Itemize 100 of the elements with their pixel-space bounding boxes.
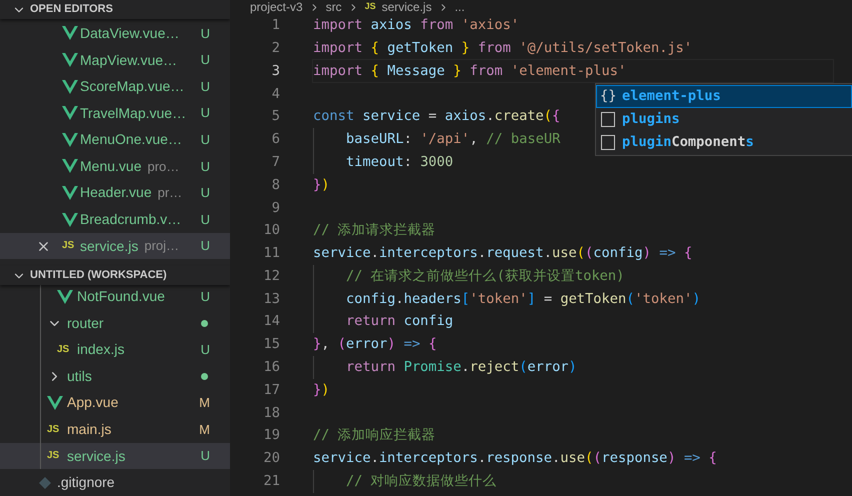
code-line: import { getToken } from '@/utils/setToken.js'	[313, 38, 692, 58]
breadcrumb-item[interactable]: project-v3	[250, 1, 303, 13]
file-name: MapView.vue…	[80, 50, 178, 70]
line-number: 8	[270, 176, 280, 195]
git-status: U	[200, 158, 210, 176]
file-name: .gitignore	[57, 473, 115, 492]
section-header[interactable]: OPEN EDITORS	[0, 0, 230, 20]
git-status: U	[200, 288, 210, 306]
file-row[interactable]: App.vue M	[0, 390, 230, 416]
open-editor-row[interactable]: DataView.vue… U	[0, 20, 230, 47]
suggestion-label: element-plus	[622, 87, 721, 106]
text-square-icon	[601, 135, 615, 150]
code-line: service.interceptors.response.use((response) => {	[313, 449, 717, 468]
line-number: 5	[270, 107, 280, 126]
open-editor-row[interactable]: Header.vue pr… U	[0, 180, 230, 206]
line-number: 2	[270, 38, 280, 58]
git-status: U	[200, 104, 210, 122]
js-file-icon: JS	[364, 0, 376, 14]
line-number: 19	[262, 426, 280, 446]
git-status: U	[200, 78, 210, 96]
vue-logo-icon	[62, 26, 78, 40]
braces-icon: {}	[600, 86, 616, 107]
vue-logo-icon	[62, 53, 78, 67]
vue-logo-icon	[62, 159, 78, 174]
code-line: })	[313, 176, 330, 195]
file-name: DataView.vue…	[80, 24, 180, 43]
line-number: 14	[262, 312, 280, 332]
folder-name: router	[67, 314, 104, 333]
line-number: 17	[262, 380, 280, 400]
git-status: U	[200, 184, 210, 202]
line-number: 6	[270, 130, 280, 150]
file-name: MenuOne.vue…	[80, 130, 182, 150]
line-number: 3	[270, 62, 280, 81]
file-name: service.js	[67, 446, 126, 466]
line-number: 1	[270, 16, 280, 36]
vue-logo-icon	[62, 212, 78, 227]
file-name: main.js	[67, 420, 112, 440]
open-editor-row[interactable]: MenuOne.vue… U	[0, 126, 230, 154]
file-row[interactable]: JS service.js U	[0, 442, 230, 470]
file-name: service.js	[80, 236, 138, 256]
suggestion-item[interactable]: pluginComponents	[596, 131, 852, 154]
line-number: 9	[270, 198, 280, 218]
line-number: 18	[262, 404, 280, 423]
code-line: timeout: 3000	[345, 152, 454, 172]
git-status: U	[200, 131, 210, 150]
line-number: 7	[270, 152, 280, 172]
line-number: 13	[262, 290, 280, 309]
vue-logo-icon	[47, 396, 63, 410]
line-number: 11	[262, 244, 280, 264]
line-number: 10	[262, 221, 280, 240]
git-status: M	[199, 394, 210, 412]
code-line: config.headers['token'] = getToken('token')	[345, 290, 700, 309]
line-number: 4	[270, 84, 280, 104]
git-status: U	[200, 237, 210, 256]
suggestion-item[interactable]: {} element-plus	[596, 85, 852, 108]
code-line: })	[313, 380, 330, 400]
text-square-icon	[601, 112, 615, 127]
code-line: baseURL: '/api', // baseUR	[345, 130, 560, 150]
section-title: OPEN EDITORS	[30, 2, 113, 18]
section-header[interactable]: UNTITLED (WORKSPACE)	[0, 266, 230, 286]
code-line: const service = axios.create({	[313, 107, 560, 126]
git-status: U	[200, 340, 210, 359]
folder-row[interactable]: utils	[0, 363, 230, 390]
git-status: U	[200, 51, 210, 70]
code-line: // 添加响应拦截器	[313, 426, 436, 446]
open-editor-row[interactable]: MapView.vue… U	[0, 46, 230, 74]
open-editor-row[interactable]: JS service.js proj… U	[0, 232, 230, 260]
line-number: 15	[262, 335, 280, 354]
folder-row[interactable]: router	[0, 310, 230, 336]
file-name: Menu.vue	[80, 156, 142, 176]
file-path: proj…	[144, 237, 180, 256]
code-line: // 添加请求拦截器	[313, 221, 436, 240]
js-file-icon: JS	[62, 241, 78, 252]
file-name: App.vue	[67, 393, 118, 412]
js-file-icon: JS	[47, 424, 63, 435]
open-editor-row[interactable]: ScoreMap.vue… U	[0, 73, 230, 100]
breadcrumb-item[interactable]: service.js	[382, 1, 432, 13]
vue-logo-icon	[62, 80, 78, 94]
git-status: U	[200, 24, 210, 43]
vue-logo-icon	[62, 186, 78, 200]
line-number: 20	[262, 449, 280, 468]
js-file-icon: JS	[47, 451, 63, 462]
open-editor-row[interactable]: TravelMap.vue… U	[0, 100, 230, 126]
open-editor-row[interactable]: Breadcrumb.v… U	[0, 206, 230, 233]
code-line: import axios from 'axios'	[313, 16, 520, 36]
file-name: index.js	[77, 340, 124, 360]
code-line: service.interceptors.request.use((config) => {	[313, 244, 692, 264]
file-row[interactable]: NotFound.vue U	[0, 283, 230, 310]
breadcrumb-item[interactable]: ...	[454, 1, 465, 13]
file-name: Breadcrumb.v…	[80, 210, 182, 230]
vue-logo-icon	[62, 106, 78, 120]
git-status: U	[200, 210, 210, 229]
open-editor-row[interactable]: Menu.vue pro… U	[0, 153, 230, 180]
file-row[interactable]: .gitignore	[0, 469, 230, 496]
file-row[interactable]: JS index.js U	[0, 336, 230, 364]
suggestion-item[interactable]: plugins	[596, 108, 852, 131]
breadcrumb-item[interactable]: src	[326, 1, 342, 13]
folder-name: utils	[67, 366, 92, 386]
file-row[interactable]: JS main.js M	[0, 416, 230, 443]
file-path: pr…	[158, 184, 182, 202]
